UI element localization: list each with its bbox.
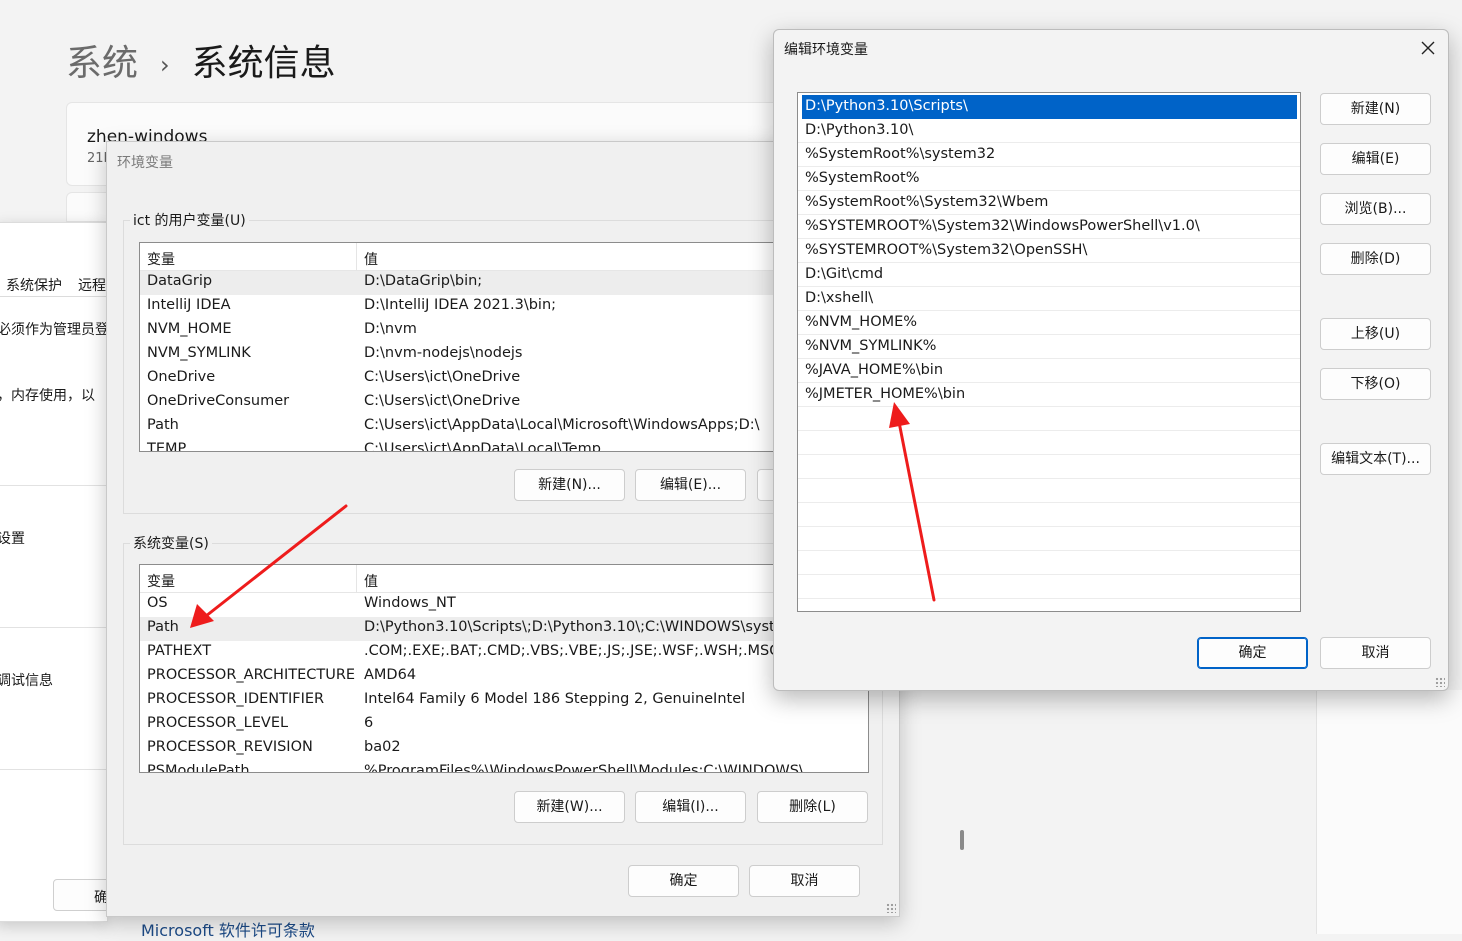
arrow-to-jmeter-entry-icon xyxy=(889,402,936,602)
annotation-overlay xyxy=(190,402,936,628)
arrow-to-path-variable-icon xyxy=(190,504,348,628)
